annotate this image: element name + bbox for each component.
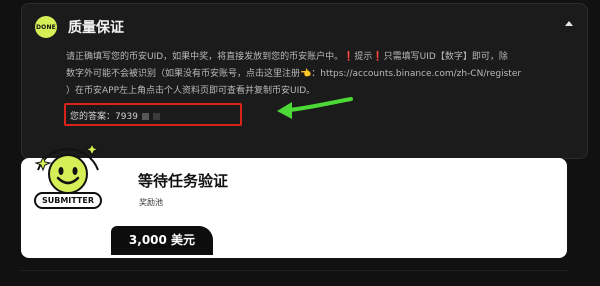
answer-row: 您的答案：7939	[70, 109, 160, 122]
instruction-text-2: 只需填写UID【数字】即可，除	[383, 52, 508, 62]
hint-label: 提示	[354, 52, 373, 62]
done-badge: DONE	[35, 16, 57, 38]
submitter-badge: SUBMITTER	[34, 192, 102, 209]
answer-highlight: 您的答案：7939	[64, 103, 242, 126]
warning-icon: ❗	[372, 52, 384, 62]
redacted-block	[152, 113, 160, 120]
prize-amount: 3,000 美元	[111, 226, 213, 255]
redacted-block	[141, 113, 149, 120]
instruction-text-3: 数字外可能不会被识别（如果没有币安账号，点击这里注册	[66, 69, 301, 79]
answer-value: 7939	[115, 112, 138, 122]
answer-label: 您的答案：	[70, 112, 116, 122]
quality-assurance-card: DONE 质量保证 请正确填写您的币安UID，如果中奖，将直接发放到您的币安账户…	[21, 3, 588, 159]
page: DONE 质量保证 请正确填写您的币安UID，如果中奖，将直接发放到您的币安账户…	[0, 0, 600, 286]
qa-title: 质量保证	[68, 20, 124, 36]
task-title: 等待任务验证	[138, 172, 229, 190]
pointing-hand-icon: 👈	[300, 69, 312, 79]
divider	[21, 270, 567, 271]
chevron-up-icon[interactable]	[565, 21, 573, 26]
register-link[interactable]: ：https://accounts.binance.com/zh-CN/regi…	[311, 69, 521, 79]
reward-pool-label: 奖励池	[139, 198, 163, 207]
warning-icon: ❗	[343, 52, 355, 62]
instruction-text-1: 请正确填写您的币安UID，如果中奖，将直接发放到您的币安账户中。	[66, 52, 344, 62]
pointing-arrow	[277, 97, 353, 119]
